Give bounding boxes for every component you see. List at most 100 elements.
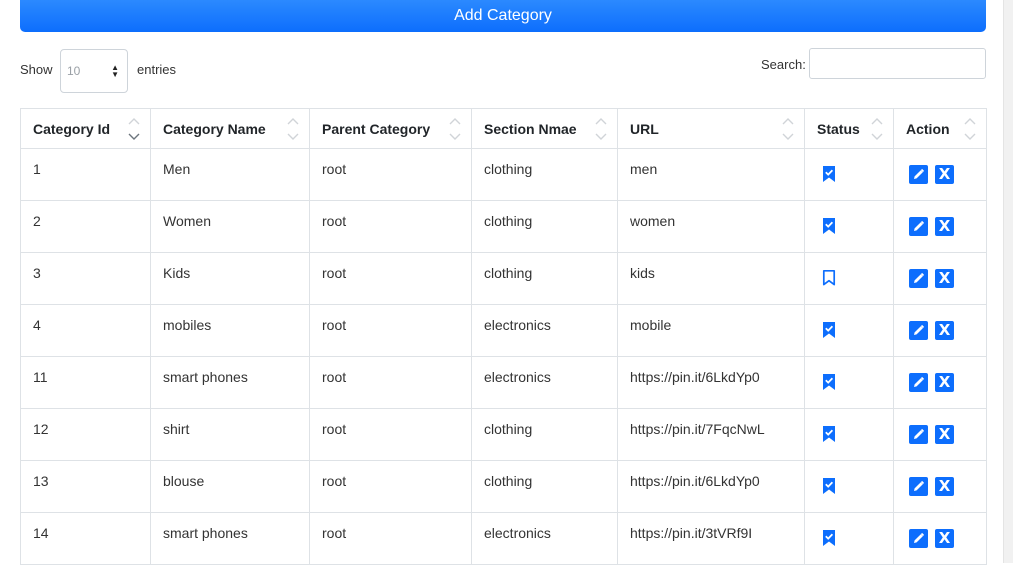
pencil-square-icon[interactable] [909,529,928,548]
page-scrollbar[interactable] [1003,0,1013,563]
url-cell: https://pin.it/6LkdYp0 [617,460,805,513]
column-header-action[interactable]: Action [893,108,987,149]
select-arrows-icon: ▲ ▼ [111,63,119,79]
bookmark-check-fill-icon[interactable] [822,321,836,342]
parent-category-cell: root [309,408,472,461]
table-row: 1 Men root clothing men X [20,148,987,201]
category-id-cell: 11 [20,356,151,409]
category-name-cell: blouse [150,460,310,513]
action-cell: X [893,460,987,513]
pencil-square-icon[interactable] [909,321,928,340]
x-square-icon[interactable]: X [935,477,954,496]
table-row: 13 blouse root clothing https://pin.it/6LkdY… [20,460,987,513]
url-cell: https://pin.it/6LkdYp0 [617,356,805,409]
x-square-icon[interactable]: X [935,373,954,392]
table-row: 3 Kids root clothing kids X [20,252,987,305]
add-category-button[interactable]: Add Category [20,0,986,32]
parent-category-cell: root [309,252,472,305]
pencil-square-icon[interactable] [909,477,928,496]
sort-icon [782,118,794,140]
sort-icon [128,118,140,140]
x-square-icon[interactable]: X [935,529,954,548]
column-header-label: Section Nmae [484,120,577,137]
pencil-square-icon[interactable] [909,165,928,184]
url-cell: https://pin.it/3tVRf9I [617,512,805,565]
url-cell: mobile [617,304,805,357]
bookmark-check-fill-icon[interactable] [822,165,836,186]
table-row: 11 smart phones root electronics https://pin… [20,356,987,409]
category-name-cell: smart phones [150,356,310,409]
column-header-parent-category[interactable]: Parent Category [309,108,472,149]
sort-icon [871,118,883,140]
status-cell [804,148,894,201]
action-cell: X [893,252,987,305]
url-cell: kids [617,252,805,305]
table-header-row: Category Id Category Name Parent Category S… [20,108,987,149]
status-cell [804,200,894,253]
parent-category-cell: root [309,200,472,253]
section-name-cell: electronics [471,304,618,357]
table-row: 2 Women root clothing women X [20,200,987,253]
x-square-icon[interactable]: X [935,321,954,340]
parent-category-cell: root [309,512,472,565]
x-square-icon[interactable]: X [935,165,954,184]
category-name-cell: shirt [150,408,310,461]
table-row: 4 mobiles root electronics mobile X [20,304,987,357]
entries-per-page-select[interactable]: 10 ▲ ▼ [60,49,128,93]
status-cell [804,356,894,409]
status-cell [804,408,894,461]
sort-icon [595,118,607,140]
column-header-label: Status [817,120,860,137]
column-header-status[interactable]: Status [804,108,894,149]
action-cell: X [893,304,987,357]
parent-category-cell: root [309,304,472,357]
x-square-icon[interactable]: X [935,217,954,236]
table-row: 12 shirt root clothing https://pin.it/7FqcNw… [20,408,987,461]
sort-icon [964,118,976,140]
bookmark-check-fill-icon[interactable] [822,529,836,550]
entries-label: entries [137,62,177,77]
parent-category-cell: root [309,356,472,409]
section-name-cell: clothing [471,460,618,513]
entries-select-value: 10 [67,64,81,78]
action-cell: X [893,512,987,565]
column-header-category-name[interactable]: Category Name [150,108,310,149]
column-header-url[interactable]: URL [617,108,805,149]
category-id-cell: 4 [20,304,151,357]
search-input[interactable] [809,48,986,79]
pencil-square-icon[interactable] [909,425,928,444]
show-label: Show [20,62,53,77]
category-name-cell: Men [150,148,310,201]
sort-icon [449,118,461,140]
action-cell: X [893,408,987,461]
category-id-cell: 14 [20,512,151,565]
search-label: Search: [761,57,806,72]
sort-icon [287,118,299,140]
pencil-square-icon[interactable] [909,373,928,392]
column-header-section-nmae[interactable]: Section Nmae [471,108,618,149]
section-name-cell: clothing [471,252,618,305]
action-cell: X [893,200,987,253]
action-cell: X [893,148,987,201]
pencil-square-icon[interactable] [909,269,928,288]
column-header-category-id[interactable]: Category Id [20,108,151,149]
action-cell: X [893,356,987,409]
category-id-cell: 2 [20,200,151,253]
status-cell [804,252,894,305]
bookmark-check-fill-icon[interactable] [822,477,836,498]
bookmark-check-fill-icon[interactable] [822,425,836,446]
column-header-label: Category Name [163,120,266,137]
bookmark-check-fill-icon[interactable] [822,373,836,394]
bookmark-check-fill-icon[interactable] [822,217,836,238]
parent-category-cell: root [309,148,472,201]
category-id-cell: 3 [20,252,151,305]
section-name-cell: clothing [471,408,618,461]
category-name-cell: mobiles [150,304,310,357]
bookmark-outline-icon[interactable] [822,269,836,290]
pencil-square-icon[interactable] [909,217,928,236]
x-square-icon[interactable]: X [935,425,954,444]
table-row: 14 smart phones root electronics https://pin… [20,512,987,565]
section-name-cell: electronics [471,512,618,565]
url-cell: women [617,200,805,253]
x-square-icon[interactable]: X [935,269,954,288]
